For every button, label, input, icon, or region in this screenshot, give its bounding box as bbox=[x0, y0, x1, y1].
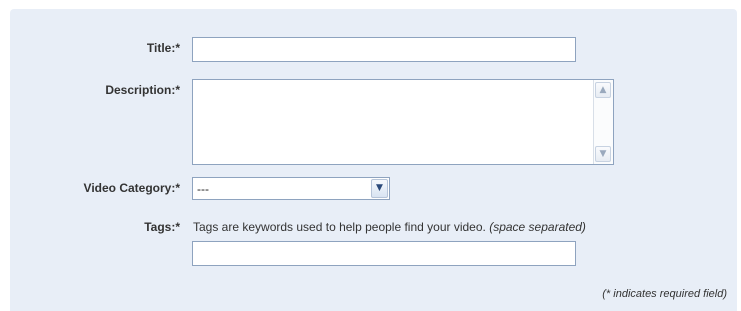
description-scrollbar[interactable]: ▲ ▼ bbox=[593, 80, 613, 164]
tags-help-main: Tags are keywords used to help people fi… bbox=[193, 220, 486, 234]
tags-help-text: Tags are keywords used to help people fi… bbox=[193, 220, 586, 234]
tags-help-hint: (space separated) bbox=[489, 220, 586, 234]
video-category-label: Video Category:* bbox=[83, 181, 180, 195]
scroll-down-icon[interactable]: ▼ bbox=[595, 146, 611, 162]
scroll-up-icon[interactable]: ▲ bbox=[595, 82, 611, 98]
video-category-select[interactable]: --- ▼ bbox=[192, 177, 390, 200]
video-category-selected: --- bbox=[197, 182, 209, 196]
tags-label: Tags:* bbox=[144, 220, 180, 234]
chevron-down-icon[interactable]: ▼ bbox=[371, 179, 388, 198]
title-label: Title:* bbox=[146, 41, 180, 55]
description-textarea[interactable]: ▲ ▼ bbox=[192, 79, 614, 165]
upload-form-panel: Title:* Description:* ▲ ▼ Video Category… bbox=[10, 9, 737, 311]
description-label: Description:* bbox=[105, 83, 180, 97]
tags-input[interactable] bbox=[192, 241, 576, 266]
title-input[interactable] bbox=[192, 37, 576, 62]
required-field-note: (* indicates required field) bbox=[602, 288, 727, 300]
